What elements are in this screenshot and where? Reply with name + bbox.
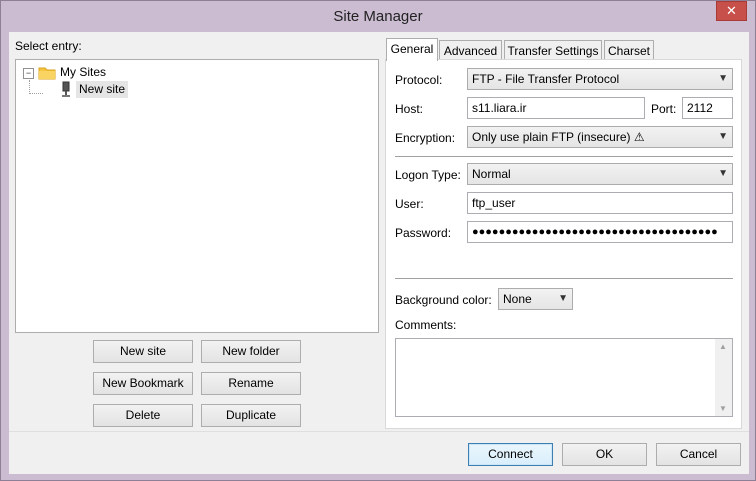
dialog-client-area: Select entry: − My Sites New site New si…	[9, 32, 749, 474]
duplicate-button[interactable]: Duplicate	[201, 404, 301, 427]
chevron-down-icon: ▼	[718, 168, 728, 179]
chevron-down-icon: ▼	[558, 293, 568, 304]
tree-line	[29, 80, 30, 94]
site-manager-window: Site Manager ✕ Select entry: − My Sites …	[0, 0, 756, 481]
password-label: Password:	[395, 226, 452, 240]
tree-item-my-sites[interactable]: My Sites	[60, 65, 106, 79]
comments-label: Comments:	[395, 318, 457, 332]
divider	[395, 156, 733, 157]
chevron-down-icon: ▼	[718, 73, 728, 84]
window-title: Site Manager	[333, 8, 423, 25]
rename-button[interactable]: Rename	[201, 372, 301, 395]
encryption-label: Encryption:	[395, 131, 456, 145]
close-button[interactable]: ✕	[716, 1, 747, 21]
delete-button[interactable]: Delete	[93, 404, 193, 427]
user-field[interactable]: ftp_user	[467, 192, 733, 214]
background-color-value: None	[503, 292, 532, 306]
chevron-down-icon: ▼	[718, 131, 728, 142]
encryption-value: Only use plain FTP (insecure) ⚠	[472, 130, 645, 144]
background-color-select[interactable]: None ▼	[498, 288, 573, 310]
logon-type-value: Normal	[472, 167, 511, 181]
comments-textarea[interactable]: ▲ ▼	[395, 338, 733, 417]
host-field[interactable]: s11.liara.ir	[467, 97, 645, 119]
background-color-label: Background color:	[395, 293, 492, 307]
tab-transfer-settings[interactable]: Transfer Settings	[504, 40, 602, 61]
new-bookmark-button[interactable]: New Bookmark	[93, 372, 193, 395]
logon-type-label: Logon Type:	[395, 168, 461, 182]
general-tab-panel: Protocol: FTP - File Transfer Protocol ▼…	[385, 59, 742, 429]
encryption-select[interactable]: Only use plain FTP (insecure) ⚠ ▼	[467, 126, 733, 148]
port-label: Port:	[651, 102, 677, 116]
close-icon: ✕	[726, 3, 737, 18]
user-label: User:	[395, 197, 424, 211]
password-field[interactable]: ●●●●●●●●●●●●●●●●●●●●●●●●●●●●●●●●●●●●●	[467, 221, 733, 243]
host-label: Host:	[395, 102, 424, 116]
site-tree[interactable]: − My Sites New site	[15, 59, 379, 333]
select-entry-label: Select entry:	[15, 39, 82, 53]
folder-icon	[38, 67, 56, 80]
protocol-label: Protocol:	[395, 73, 443, 87]
collapse-toggle[interactable]: −	[23, 68, 34, 79]
new-site-button[interactable]: New site	[93, 340, 193, 363]
tree-item-new-site[interactable]: New site	[76, 81, 129, 98]
tab-advanced[interactable]: Advanced	[439, 40, 502, 61]
protocol-select[interactable]: FTP - File Transfer Protocol ▼	[467, 68, 733, 90]
protocol-value: FTP - File Transfer Protocol	[472, 72, 620, 86]
divider	[395, 278, 733, 279]
port-field[interactable]: 2112	[682, 97, 733, 119]
scroll-up-icon[interactable]: ▲	[719, 342, 727, 351]
scroll-down-icon[interactable]: ▼	[719, 404, 727, 413]
tab-charset[interactable]: Charset	[604, 40, 654, 61]
connect-button[interactable]: Connect	[468, 443, 553, 466]
tree-line	[29, 93, 43, 94]
ok-button[interactable]: OK	[562, 443, 647, 466]
cancel-button[interactable]: Cancel	[656, 443, 741, 466]
tab-general[interactable]: General	[386, 38, 438, 61]
logon-type-select[interactable]: Normal ▼	[467, 163, 733, 185]
server-icon	[62, 81, 70, 97]
new-folder-button[interactable]: New folder	[201, 340, 301, 363]
comments-scrollbar[interactable]: ▲ ▼	[715, 339, 732, 416]
